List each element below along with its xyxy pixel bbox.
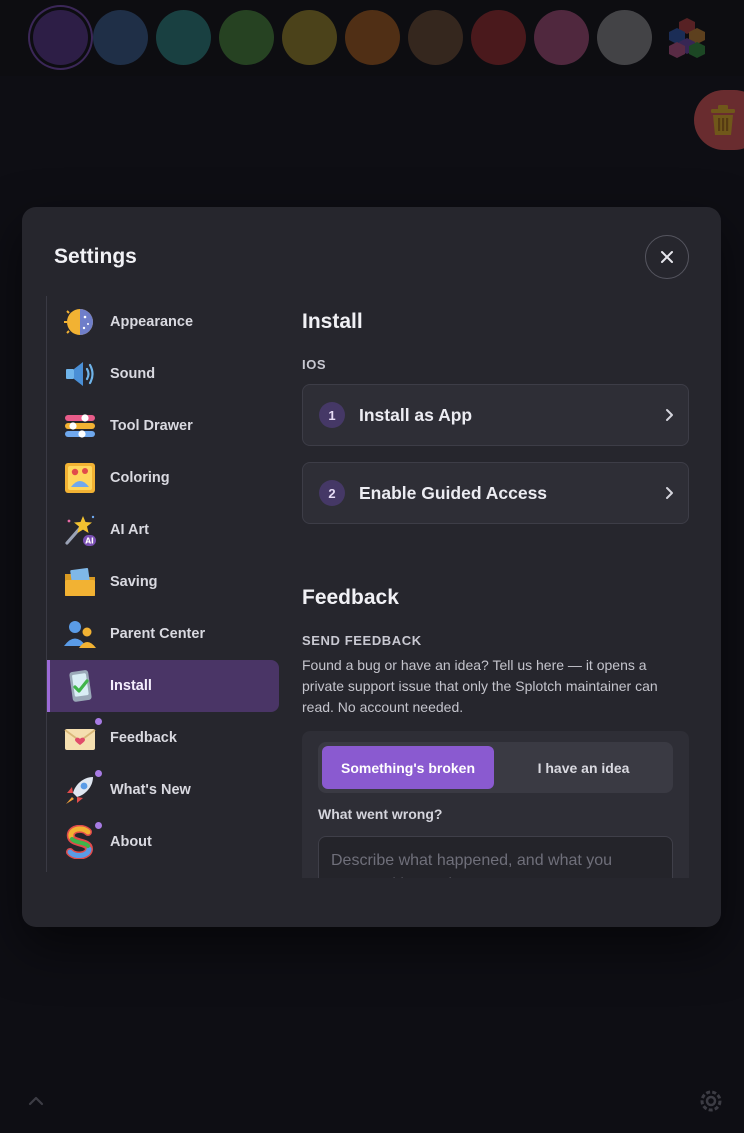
magic-wand-icon: AI [65, 515, 96, 546]
chevron-right-icon [666, 409, 673, 421]
chevron-right-icon [666, 487, 673, 499]
sidebar-item-label: Appearance [110, 314, 194, 330]
feedback-title: Feedback [302, 586, 399, 609]
svg-text:AI: AI [85, 537, 94, 546]
feedback-textarea[interactable]: Describe what happened, and what you exp… [318, 836, 673, 878]
speaker-icon [66, 362, 94, 386]
sidebar-item-label: Install [110, 678, 152, 694]
feedback-description: Found a bug or have an idea? Tell us her… [302, 657, 658, 715]
appearance-icon [64, 309, 93, 335]
sidebar-item-whats-new[interactable]: What's New [47, 764, 279, 816]
sidebar-item-ai-art[interactable]: AI AI Art [47, 504, 279, 556]
install-title: Install [302, 310, 363, 333]
feedback-type-toggle: Something's broken I have an idea [318, 742, 673, 793]
new-badge-dot [95, 770, 102, 777]
envelope-icon [64, 729, 96, 750]
sidebar-item-label: About [110, 834, 152, 850]
field-label: What went wrong? [318, 806, 443, 822]
sidebar-item-feedback[interactable]: Feedback [47, 712, 279, 764]
sidebar-item-sound[interactable]: Sound [47, 348, 279, 400]
new-badge-dot [95, 718, 102, 725]
feedback-form: Something's broken I have an idea What w… [302, 731, 689, 878]
new-badge-dot [95, 822, 102, 829]
step-number: 1 [319, 402, 345, 428]
sidebar-item-install[interactable]: Install [47, 660, 279, 712]
sidebar-item-label: Saving [110, 574, 158, 590]
sidebar-item-label: What's New [110, 782, 191, 798]
splotch-s-icon [66, 825, 94, 859]
settings-sidebar: Appearance Sound Tool Drawer Coloring AI… [46, 296, 279, 872]
enable-guided-access-step[interactable]: 2 Enable Guided Access [302, 462, 689, 524]
option-have-idea[interactable]: I have an idea [498, 746, 669, 789]
dialog-title: Settings [54, 245, 137, 268]
sidebar-item-label: Tool Drawer [110, 418, 193, 434]
settings-dialog: Settings Appearance Sound Tool Drawer Co… [22, 207, 721, 927]
picture-icon [65, 463, 95, 493]
phone-check-icon [69, 670, 92, 702]
sidebar-item-saving[interactable]: Saving [47, 556, 279, 608]
install-as-app-step[interactable]: 1 Install as App [302, 384, 689, 446]
folder-icon [65, 567, 95, 596]
sidebar-item-tool-drawer[interactable]: Tool Drawer [47, 400, 279, 452]
gear-icon[interactable] [696, 1086, 726, 1116]
sidebar-item-about[interactable]: About [47, 816, 279, 868]
close-icon [661, 251, 673, 263]
step-number: 2 [319, 480, 345, 506]
step-label: Install as App [359, 404, 473, 425]
sidebar-item-label: Sound [110, 366, 156, 382]
sidebar-item-label: Coloring [110, 470, 170, 486]
install-platform-label: IOS [302, 357, 327, 372]
sidebar-item-parent-center[interactable]: Parent Center [47, 608, 279, 660]
sidebar-item-label: Parent Center [110, 626, 206, 642]
sidebar-item-coloring[interactable]: Coloring [47, 452, 279, 504]
people-icon [64, 621, 96, 648]
step-label: Enable Guided Access [359, 482, 548, 503]
rocket-icon [66, 777, 93, 804]
sidebar-item-label: Feedback [110, 730, 177, 746]
chevron-up-icon[interactable] [26, 1091, 46, 1111]
settings-content[interactable]: Install IOS 1 Install as App 2 Enable Gu… [302, 296, 692, 878]
sliders-icon [65, 414, 95, 438]
sidebar-item-appearance[interactable]: Appearance [47, 296, 279, 348]
option-something-broken[interactable]: Something's broken [322, 746, 494, 789]
send-feedback-label: SEND FEEDBACK [302, 633, 422, 648]
sidebar-item-label: AI Art [110, 522, 149, 538]
close-button[interactable] [645, 235, 689, 279]
